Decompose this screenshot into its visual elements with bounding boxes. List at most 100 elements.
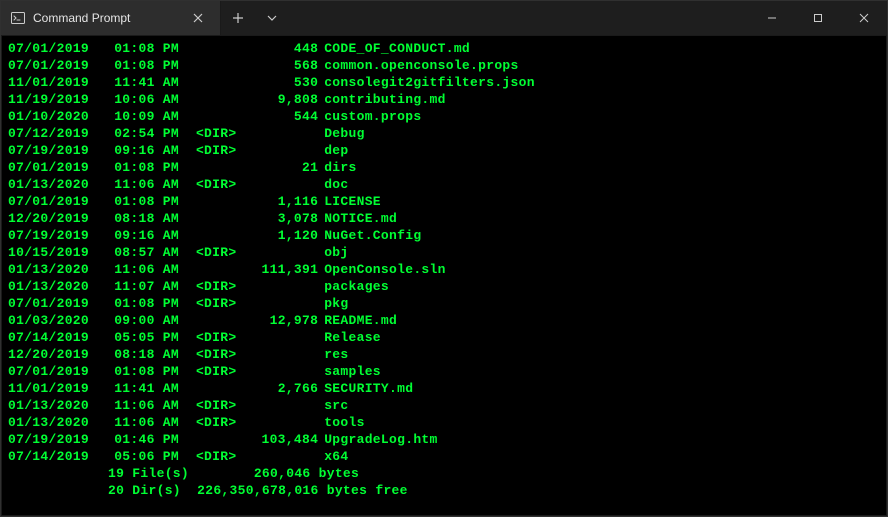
col-date: 07/01/2019 xyxy=(8,295,98,312)
listing-row: 01/13/2020 11:06 AM<DIR>src xyxy=(8,397,880,414)
listing-row: 07/19/2019 09:16 AM1,120NuGet.Config xyxy=(8,227,880,244)
col-name: UpgradeLog.htm xyxy=(318,431,437,448)
col-date: 07/01/2019 xyxy=(8,57,98,74)
col-name: NOTICE.md xyxy=(318,210,397,227)
listing-row: 01/10/2020 10:09 AM544custom.props xyxy=(8,108,880,125)
col-date: 01/13/2020 xyxy=(8,176,98,193)
window-controls xyxy=(749,1,887,35)
col-time: 11:07 AM xyxy=(114,278,186,295)
cmd-icon xyxy=(11,11,25,25)
col-time: 11:41 AM xyxy=(114,74,186,91)
listing-row: 01/03/2020 09:00 AM12,978README.md xyxy=(8,312,880,329)
col-time: 10:09 AM xyxy=(114,108,186,125)
blank-line xyxy=(8,499,880,516)
listing-row: 01/13/2020 11:06 AM<DIR>doc xyxy=(8,176,880,193)
col-date: 01/13/2020 xyxy=(8,261,98,278)
col-time: 01:46 PM xyxy=(114,431,186,448)
listing-row: 07/12/2019 02:54 PM<DIR>Debug xyxy=(8,125,880,142)
listing-row: 07/01/2019 01:08 PM1,116LICENSE xyxy=(8,193,880,210)
minimize-button[interactable] xyxy=(749,1,795,35)
col-name: OpenConsole.sln xyxy=(318,261,446,278)
col-time: 01:08 PM xyxy=(114,159,186,176)
col-name: obj xyxy=(318,244,348,261)
maximize-icon xyxy=(813,13,823,23)
minimize-icon xyxy=(767,13,777,23)
col-time: 08:18 AM xyxy=(114,210,186,227)
col-size: 21 xyxy=(246,159,318,176)
col-time: 01:08 PM xyxy=(114,40,186,57)
col-date: 11/01/2019 xyxy=(8,74,98,91)
col-date: 07/19/2019 xyxy=(8,142,98,159)
app-window: Command Prompt 07/ xyxy=(0,0,888,517)
col-time: 08:57 AM xyxy=(114,244,186,261)
col-date: 01/13/2020 xyxy=(8,414,98,431)
col-name: Debug xyxy=(318,125,365,142)
listing-row: 07/01/2019 01:08 PM21dirs xyxy=(8,159,880,176)
col-time: 11:06 AM xyxy=(114,261,186,278)
col-name: pkg xyxy=(318,295,348,312)
col-dir: <DIR> xyxy=(186,448,246,465)
col-date: 07/12/2019 xyxy=(8,125,98,142)
col-name: dirs xyxy=(318,159,356,176)
listing-row: 07/01/2019 01:08 PM568common.openconsole… xyxy=(8,57,880,74)
col-name: x64 xyxy=(318,448,348,465)
window-close-button[interactable] xyxy=(841,1,887,35)
col-name: CODE_OF_CONDUCT.md xyxy=(318,40,470,57)
col-time: 01:08 PM xyxy=(114,193,186,210)
col-time: 08:18 AM xyxy=(114,346,186,363)
col-name: contributing.md xyxy=(318,91,446,108)
titlebar[interactable]: Command Prompt xyxy=(1,1,887,35)
col-name: LICENSE xyxy=(318,193,381,210)
col-name: custom.props xyxy=(318,108,421,125)
listing-row: 12/20/2019 08:18 AM3,078NOTICE.md xyxy=(8,210,880,227)
close-icon xyxy=(859,13,869,23)
col-dir: <DIR> xyxy=(186,125,246,142)
col-date: 12/20/2019 xyxy=(8,346,98,363)
col-name: Release xyxy=(318,329,381,346)
col-name: common.openconsole.props xyxy=(318,57,518,74)
col-time: 05:06 PM xyxy=(114,448,186,465)
col-size: 111,391 xyxy=(246,261,318,278)
col-name: dep xyxy=(318,142,348,159)
col-name: samples xyxy=(318,363,381,380)
col-date: 01/13/2020 xyxy=(8,397,98,414)
listing-row: 11/19/2019 10:06 AM9,808contributing.md xyxy=(8,91,880,108)
terminal-output[interactable]: 07/01/2019 01:08 PM448CODE_OF_CONDUCT.md… xyxy=(1,35,887,516)
col-dir: <DIR> xyxy=(186,244,246,261)
tab-dropdown-button[interactable] xyxy=(255,1,289,35)
col-dir: <DIR> xyxy=(186,176,246,193)
tab-close-button[interactable] xyxy=(186,6,210,30)
col-dir: <DIR> xyxy=(186,278,246,295)
tab-command-prompt[interactable]: Command Prompt xyxy=(1,1,221,35)
plus-icon xyxy=(232,12,244,24)
col-time: 01:08 PM xyxy=(114,57,186,74)
listing-row: 07/01/2019 01:08 PM<DIR>pkg xyxy=(8,295,880,312)
col-size: 2,766 xyxy=(246,380,318,397)
col-dir: <DIR> xyxy=(186,414,246,431)
col-date: 01/03/2020 xyxy=(8,312,98,329)
col-time: 09:00 AM xyxy=(114,312,186,329)
listing-row: 07/14/2019 05:05 PM<DIR>Release xyxy=(8,329,880,346)
col-size: 544 xyxy=(246,108,318,125)
titlebar-drag-region[interactable] xyxy=(289,1,749,35)
col-name: res xyxy=(318,346,348,363)
col-name: NuGet.Config xyxy=(318,227,421,244)
maximize-button[interactable] xyxy=(795,1,841,35)
listing-row: 07/01/2019 01:08 PM448CODE_OF_CONDUCT.md xyxy=(8,40,880,57)
close-icon xyxy=(193,13,203,23)
col-time: 09:16 AM xyxy=(114,142,186,159)
new-tab-button[interactable] xyxy=(221,1,255,35)
col-dir: <DIR> xyxy=(186,363,246,380)
col-name: packages xyxy=(318,278,389,295)
col-name: tools xyxy=(318,414,365,431)
col-date: 07/19/2019 xyxy=(8,431,98,448)
col-dir: <DIR> xyxy=(186,397,246,414)
tab-title: Command Prompt xyxy=(33,11,178,25)
listing-row: 07/01/2019 01:08 PM<DIR>samples xyxy=(8,363,880,380)
col-date: 07/01/2019 xyxy=(8,40,98,57)
col-time: 11:06 AM xyxy=(114,176,186,193)
listing-row: 01/13/2020 11:06 AM 111,391OpenConsole.sl… xyxy=(8,261,880,278)
col-dir: <DIR> xyxy=(186,142,246,159)
col-date: 12/20/2019 xyxy=(8,210,98,227)
col-date: 11/01/2019 xyxy=(8,380,98,397)
